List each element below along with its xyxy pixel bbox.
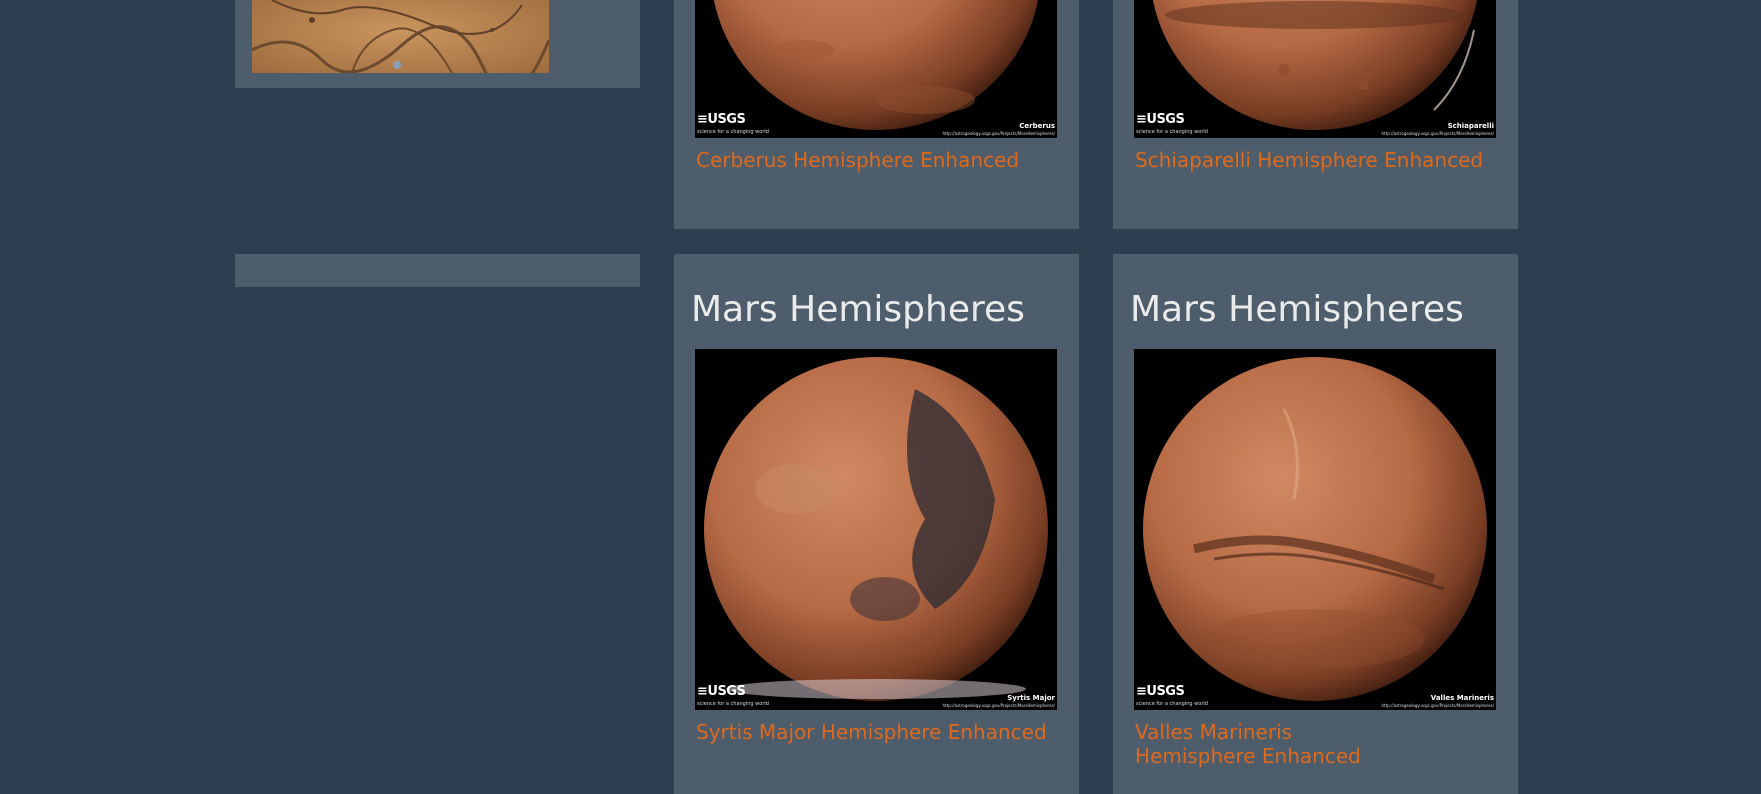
- rover-image-card: [235, 0, 640, 88]
- syrtis-major-card: Mars Hemispheres ≡USGS science for a cha…: [674, 254, 1079, 794]
- valles-marineris-card: Mars Hemispheres ≡USGS science for a cha…: [1113, 254, 1518, 794]
- empty-card: [235, 254, 640, 287]
- cerberus-link[interactable]: Cerberus Hemisphere Enhanced: [696, 148, 1056, 172]
- rover-surface-thumbnail[interactable]: [252, 0, 549, 73]
- schiaparelli-card: ≡USGS science for a changing world Schia…: [1113, 0, 1518, 229]
- cerberus-card: ≡USGS science for a changing world Cerbe…: [674, 0, 1079, 229]
- valles-marineris-thumbnail[interactable]: ≡USGS science for a changing world Valle…: [1134, 349, 1496, 710]
- syrtis-major-thumbnail[interactable]: ≡USGS science for a changing world Syrti…: [695, 349, 1057, 710]
- schiaparelli-thumbnail[interactable]: ≡USGS science for a changing world Schia…: [1134, 0, 1496, 138]
- valles-marineris-link[interactable]: Valles Marineris Hemisphere Enhanced: [1135, 720, 1405, 768]
- card-title: Mars Hemispheres: [1130, 289, 1464, 330]
- cerberus-thumbnail[interactable]: ≡USGS science for a changing world Cerbe…: [695, 0, 1057, 138]
- schiaparelli-link[interactable]: Schiaparelli Hemisphere Enhanced: [1135, 148, 1495, 172]
- syrtis-major-link[interactable]: Syrtis Major Hemisphere Enhanced: [696, 720, 1056, 744]
- card-title: Mars Hemispheres: [691, 289, 1025, 330]
